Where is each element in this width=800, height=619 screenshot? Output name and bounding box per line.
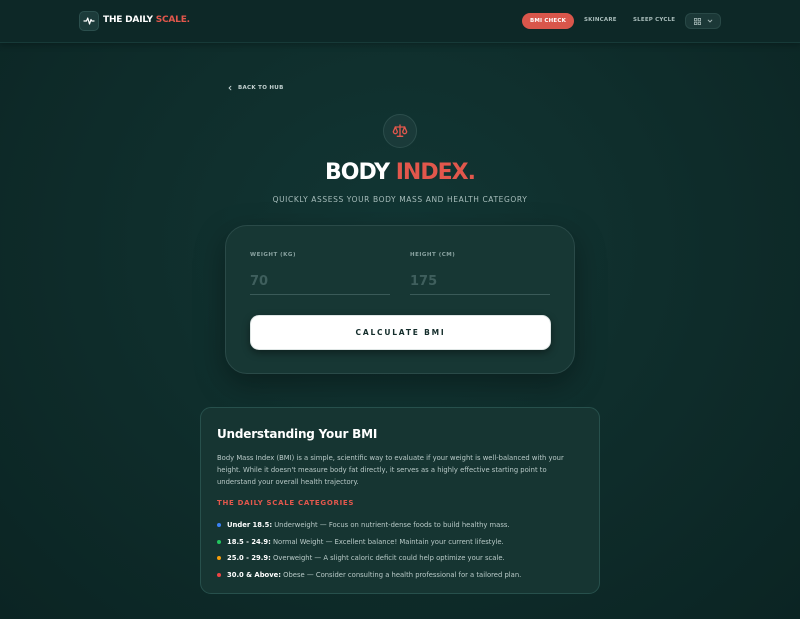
- calculate-bmi-button[interactable]: CALCULATE BMI: [250, 315, 551, 350]
- category-text: Under 18.5: Underweight — Focus on nutri…: [227, 521, 510, 529]
- bmi-calculator-card: WEIGHT (KG) HEIGHT (CM) CALCULATE BMI: [225, 225, 575, 374]
- brand-accent: SCALE.: [155, 15, 190, 25]
- categories-heading: THE DAILY SCALE CATEGORIES: [217, 499, 355, 507]
- category-description: Obese — Consider consulting a health pro…: [280, 570, 522, 579]
- title-main: BODY: [325, 160, 396, 185]
- brand-logo[interactable]: THE DAILY SCALE.: [103, 15, 190, 25]
- bmi-info-card: Understanding Your BMI Body Mass Index (…: [200, 407, 600, 594]
- grid-icon: [693, 17, 701, 25]
- title-accent: INDEX.: [395, 160, 476, 185]
- category-item-obese: 30.0 & Above: Obese — Consider consultin…: [217, 567, 521, 584]
- page-title: BODY INDEX.: [0, 160, 800, 185]
- chevron-down-icon: [707, 19, 712, 23]
- apps-menu-button[interactable]: [685, 13, 721, 29]
- categories-list: Under 18.5: Underweight — Focus on nutri…: [217, 517, 521, 583]
- pulse-icon: [83, 17, 95, 25]
- category-range: Under 18.5:: [227, 521, 273, 530]
- nav-tab-bmi-check[interactable]: BMI CHECK: [522, 13, 574, 29]
- hero-icon-badge: [383, 114, 417, 148]
- back-to-hub-label: BACK TO HUB: [238, 85, 284, 91]
- weight-label: WEIGHT (KG): [250, 252, 296, 258]
- category-description: Overweight — A slight caloric deficit co…: [270, 554, 505, 563]
- category-item-underweight: Under 18.5: Underweight — Focus on nutri…: [217, 517, 521, 534]
- nav-link-sleep-cycle[interactable]: SLEEP CYCLE: [633, 17, 675, 23]
- height-label: HEIGHT (CM): [410, 252, 456, 258]
- brand-main: THE DAILY: [103, 15, 156, 25]
- category-item-overweight: 25.0 - 29.9: Overweight — A slight calor…: [217, 550, 521, 567]
- top-navbar: THE DAILY SCALE. BMI CHECK SKINCARE SLEE…: [0, 0, 800, 43]
- category-text: 25.0 - 29.9: Overweight — A slight calor…: [227, 554, 505, 562]
- bullet-dot-icon: [217, 539, 221, 544]
- category-range: 18.5 - 24.9:: [227, 537, 271, 546]
- category-text: 18.5 - 24.9: Normal Weight — Excellent b…: [227, 538, 504, 546]
- scale-icon: [392, 124, 408, 137]
- category-item-normal: 18.5 - 24.9: Normal Weight — Excellent b…: [217, 534, 521, 551]
- bullet-dot-icon: [217, 572, 221, 577]
- bullet-dot-icon: [217, 523, 221, 528]
- logo-badge[interactable]: [79, 11, 99, 31]
- chevron-left-icon: [228, 85, 232, 91]
- category-description: Underweight — Focus on nutrient-dense fo…: [272, 521, 510, 530]
- category-text: 30.0 & Above: Obese — Consider consultin…: [227, 571, 521, 579]
- category-range: 30.0 & Above:: [227, 570, 281, 579]
- back-to-hub-link[interactable]: BACK TO HUB: [227, 85, 284, 91]
- bullet-dot-icon: [217, 556, 221, 561]
- height-input[interactable]: [410, 268, 550, 295]
- info-title: Understanding Your BMI: [217, 427, 378, 441]
- nav-link-skincare[interactable]: SKINCARE: [584, 17, 617, 23]
- category-range: 25.0 - 29.9:: [227, 554, 271, 563]
- category-description: Normal Weight — Excellent balance! Maint…: [270, 537, 504, 546]
- info-body: Body Mass Index (BMI) is a simple, scien…: [217, 454, 564, 487]
- weight-input[interactable]: [250, 268, 390, 295]
- page-subtitle: QUICKLY ASSESS YOUR BODY MASS AND HEALTH…: [272, 195, 528, 204]
